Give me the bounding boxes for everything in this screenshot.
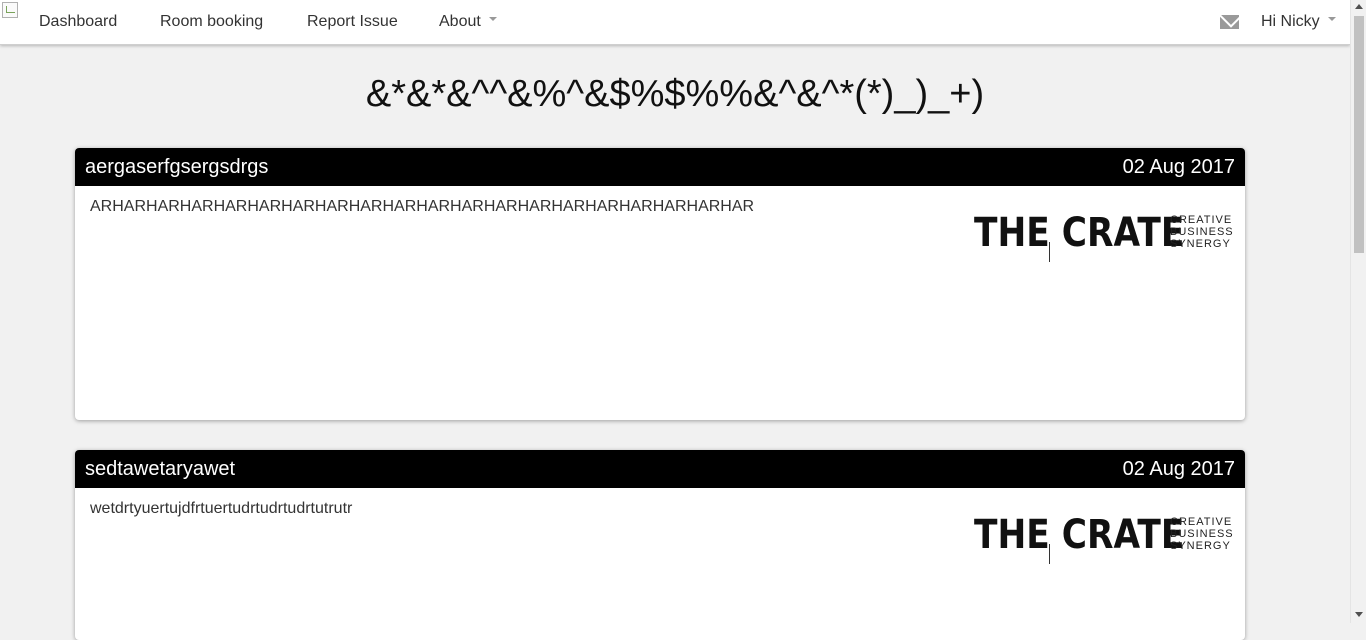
post-card: sedtawetaryawet 02 Aug 2017 wetdrtyuertu…: [75, 450, 1245, 640]
scrollbar-thumb[interactable]: [1354, 16, 1364, 253]
post-card-body: ARHARHARHARHARHARHARHARHARHARHARHARHARHA…: [75, 186, 1245, 420]
post-card: aergaserfgsergsdrgs 02 Aug 2017 ARHARHAR…: [75, 148, 1245, 420]
page-title: &*&*&^^&%^&$%$%%&^&^*(*)_)_+): [365, 73, 985, 115]
nav-room-booking-label: Room booking: [160, 13, 264, 30]
user-greeting: Hi Nicky: [1261, 13, 1320, 30]
chevron-down-icon: [488, 16, 497, 21]
post-title: aergaserfgsergsdrgs: [85, 156, 269, 178]
logo-tagline-line: CREATIVE: [1170, 516, 1233, 528]
the-crate-logo: THE CRATE CREATIVE BUSINESS SYNERGY: [974, 210, 1233, 267]
logo-tagline-line: SYNERGY: [1170, 540, 1231, 552]
envelope-icon[interactable]: [1220, 15, 1239, 29]
user-menu-dropdown[interactable]: Hi Nicky: [1261, 0, 1336, 44]
nav-dashboard[interactable]: Dashboard: [39, 0, 117, 44]
logo-mark-detail: [1049, 544, 1050, 564]
logo-tagline: CREATIVE BUSINESS SYNERGY: [1170, 516, 1234, 552]
nav-about-dropdown[interactable]: About: [439, 0, 497, 44]
logo-tagline-line: BUSINESS: [1170, 226, 1234, 238]
broken-image-icon[interactable]: [2, 2, 18, 18]
top-navbar: Dashboard Room booking Report Issue Abou…: [0, 0, 1350, 45]
nav-report-issue[interactable]: Report Issue: [307, 0, 398, 44]
the-crate-logo: THE CRATE CREATIVE BUSINESS SYNERGY: [974, 512, 1233, 569]
scroll-up-arrow-icon[interactable]: [1355, 4, 1363, 9]
post-card-header: aergaserfgsergsdrgs 02 Aug 2017: [75, 148, 1245, 186]
nav-report-issue-label: Report Issue: [307, 13, 398, 30]
nav-about-label: About: [439, 13, 481, 30]
scroll-down-arrow-icon[interactable]: [1355, 612, 1363, 617]
post-date: 02 Aug 2017: [1122, 458, 1235, 480]
logo-tagline-line: SYNERGY: [1170, 238, 1231, 250]
nav-room-booking[interactable]: Room booking: [160, 0, 263, 44]
logo-wordmark: THE CRATE: [974, 512, 1185, 558]
logo-tagline-line: CREATIVE: [1170, 214, 1233, 226]
vertical-scrollbar[interactable]: [1350, 0, 1366, 623]
post-card-header: sedtawetaryawet 02 Aug 2017: [75, 450, 1245, 488]
post-title: sedtawetaryawet: [85, 458, 236, 480]
logo-tagline: CREATIVE BUSINESS SYNERGY: [1170, 214, 1234, 250]
post-body-text: ARHARHARHARHARHARHARHARHARHARHARHARHARHA…: [90, 198, 755, 215]
logo-wordmark: THE CRATE: [974, 210, 1185, 256]
nav-dashboard-label: Dashboard: [39, 13, 118, 30]
post-body-text: wetdrtyuertujdfrtuertudrtudrtudrtutrutr: [90, 500, 353, 517]
logo-tagline-line: BUSINESS: [1170, 528, 1234, 540]
chevron-down-icon: [1327, 16, 1336, 21]
post-card-body: wetdrtyuertujdfrtuertudrtudrtudrtutrutr …: [75, 488, 1245, 640]
logo-mark-detail: [1049, 242, 1050, 262]
post-date: 02 Aug 2017: [1122, 156, 1235, 178]
